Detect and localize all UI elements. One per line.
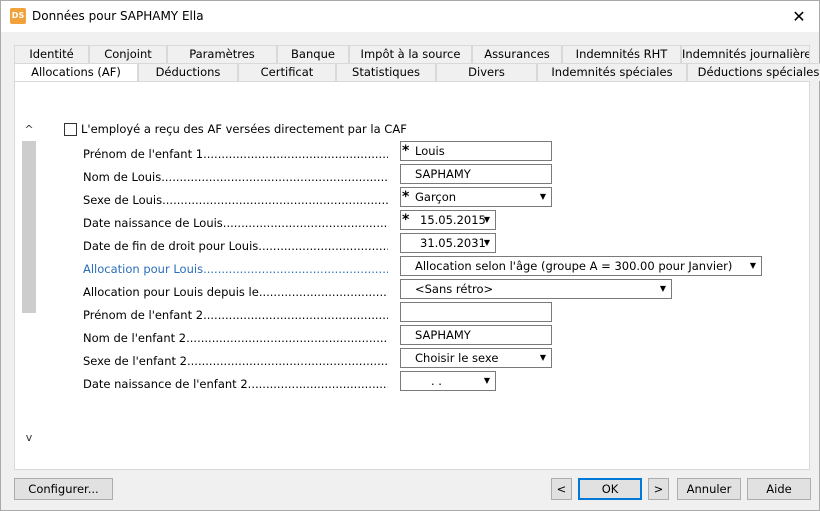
label-date-fin-droit-louis: Date de fin de droit pour Louis	[83, 239, 388, 253]
caf-direct-label: L'employé a reçu des AF versées directem…	[81, 122, 407, 136]
dialog-window: DS Données pour SAPHAMY Ella ✕ Identité …	[0, 0, 820, 511]
tab-indemnites-journalieres[interactable]: Indemnités journalières	[681, 45, 810, 63]
chevron-down-icon: ▼	[749, 261, 756, 270]
prenom-enfant-2-input[interactable]	[400, 302, 552, 322]
date-naissance-enfant-2-value: . .	[431, 374, 442, 388]
date-naissance-louis-picker[interactable]: * 15.05.2015 ▼	[400, 210, 496, 230]
next-button[interactable]: >	[648, 478, 669, 500]
allocation-louis-value: Allocation selon l'âge (groupe A = 300.0…	[415, 259, 733, 273]
chevron-down-icon: ▼	[483, 238, 490, 247]
nom-enfant-2-input[interactable]: SAPHAMY	[400, 325, 552, 345]
tab-divers[interactable]: Divers	[436, 63, 537, 81]
required-icon: *	[402, 143, 410, 159]
scroll-down-icon[interactable]: v	[21, 431, 37, 444]
ok-button[interactable]: OK	[578, 478, 642, 500]
tab-row-1: Identité Conjoint Paramètres Banque Impô…	[14, 45, 810, 63]
tab-allocations-af[interactable]: Allocations (AF)	[14, 63, 138, 83]
tab-row-2: Allocations (AF) Déductions Certificat S…	[14, 63, 820, 83]
chevron-down-icon: ▼	[539, 353, 546, 362]
label-sexe-enfant-2: Sexe de l'enfant 2	[83, 354, 388, 368]
close-icon[interactable]: ✕	[779, 1, 819, 32]
sexe-enfant-2-value: Choisir le sexe	[415, 351, 499, 365]
app-icon: DS	[10, 8, 26, 24]
required-icon: *	[402, 212, 410, 228]
tab-identite[interactable]: Identité	[14, 45, 89, 63]
label-date-naissance-enfant-2: Date naissance de l'enfant 2	[83, 377, 388, 391]
tab-certificat[interactable]: Certificat	[238, 63, 336, 81]
previous-button[interactable]: <	[551, 478, 572, 500]
prenom-enfant-1-value: Louis	[415, 144, 445, 158]
caf-direct-checkbox[interactable]	[64, 123, 77, 136]
tab-impot-source[interactable]: Impôt à la source	[349, 45, 472, 63]
nom-enfant-2-value: SAPHAMY	[415, 328, 471, 342]
tab-statistiques[interactable]: Statistiques	[336, 63, 436, 81]
tab-deductions[interactable]: Déductions	[138, 63, 238, 81]
tab-parametres[interactable]: Paramètres	[167, 45, 277, 63]
allocation-louis-select[interactable]: Allocation selon l'âge (groupe A = 300.0…	[400, 256, 762, 276]
chevron-down-icon: ▼	[483, 215, 490, 224]
sexe-louis-value: Garçon	[415, 190, 457, 204]
tab-banque[interactable]: Banque	[277, 45, 349, 63]
tab-deductions-speciales[interactable]: Déductions spéciales	[687, 63, 820, 81]
label-nom-enfant-2: Nom de l'enfant 2	[83, 331, 388, 345]
label-prenom-enfant-1: Prénom de l'enfant 1	[83, 147, 388, 161]
date-fin-droit-louis-value: 31.05.2031	[420, 236, 486, 250]
label-date-naissance-louis: Date naissance de Louis	[83, 216, 388, 230]
sexe-enfant-2-select[interactable]: Choisir le sexe ▼	[400, 348, 552, 368]
label-allocation-louis[interactable]: Allocation pour Louis	[83, 262, 388, 276]
configure-button[interactable]: Configurer...	[14, 478, 113, 500]
scroll-up-icon[interactable]: ^	[21, 123, 37, 136]
allocation-louis-depuis-select[interactable]: <Sans rétro> ▼	[400, 279, 672, 299]
chevron-down-icon: ▼	[539, 192, 546, 201]
date-fin-droit-louis-picker[interactable]: 31.05.2031 ▼	[400, 233, 496, 253]
prenom-enfant-1-input[interactable]: * Louis	[400, 141, 552, 161]
window-title: Données pour SAPHAMY Ella	[32, 9, 204, 23]
date-naissance-louis-value: 15.05.2015	[420, 213, 486, 227]
tab-indemnites-speciales[interactable]: Indemnités spéciales	[537, 63, 687, 81]
sexe-louis-select[interactable]: * Garçon ▼	[400, 187, 552, 207]
label-prenom-enfant-2: Prénom de l'enfant 2	[83, 308, 388, 322]
help-button[interactable]: Aide	[747, 478, 811, 500]
date-naissance-enfant-2-picker[interactable]: . . ▼	[400, 371, 496, 391]
label-sexe-louis: Sexe de Louis	[83, 193, 388, 207]
chevron-down-icon: ▼	[659, 284, 666, 293]
allocation-louis-depuis-value: <Sans rétro>	[415, 282, 494, 296]
tab-indemnites-rht[interactable]: Indemnités RHT	[562, 45, 681, 63]
nom-louis-input[interactable]: SAPHAMY	[400, 164, 552, 184]
nom-louis-value: SAPHAMY	[415, 167, 471, 181]
tab-assurances[interactable]: Assurances	[472, 45, 562, 63]
label-nom-louis: Nom de Louis	[83, 170, 388, 184]
tab-conjoint[interactable]: Conjoint	[89, 45, 167, 63]
label-allocation-louis-depuis: Allocation pour Louis depuis le	[83, 285, 388, 299]
scrollbar-thumb[interactable]	[22, 141, 36, 313]
chevron-down-icon: ▼	[483, 376, 490, 385]
title-bar: DS Données pour SAPHAMY Ella ✕	[1, 1, 819, 32]
required-icon: *	[402, 189, 410, 205]
cancel-button[interactable]: Annuler	[677, 478, 741, 500]
